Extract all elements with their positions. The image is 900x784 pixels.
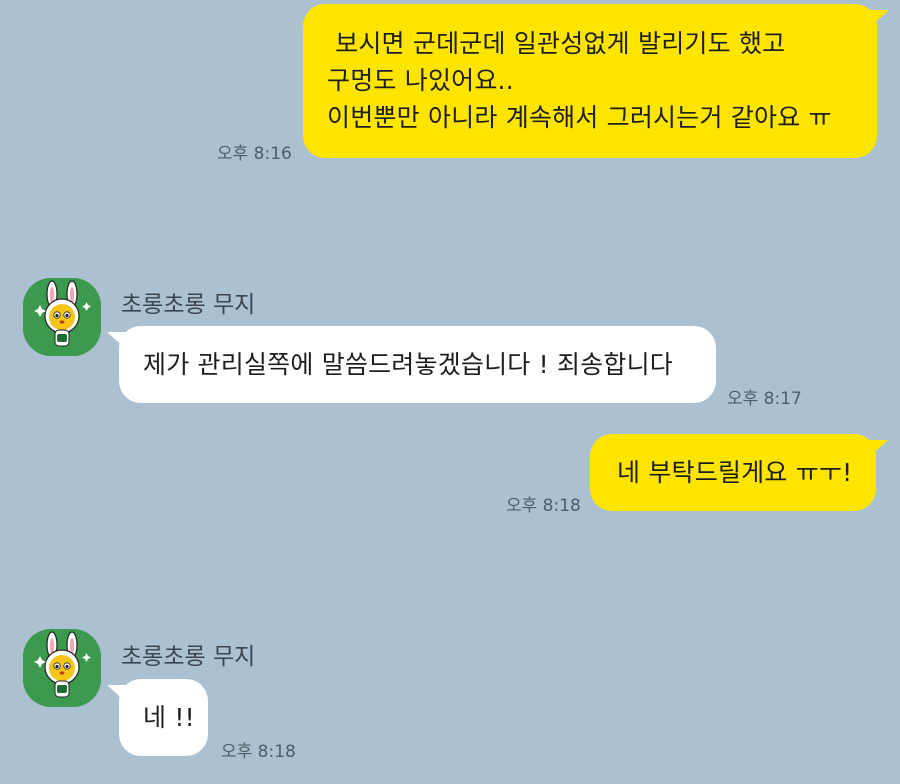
message-time: 오후 8:17 <box>727 389 802 409</box>
message-time: 오후 8:18 <box>221 742 296 762</box>
profile-avatar[interactable] <box>23 629 101 707</box>
muzi-rabbit-avatar-icon <box>23 278 101 356</box>
my-message-bubble[interactable]: 보시면 군데군데 일관성없게 발리기도 했고 구멍도 나있어요.. 이번뿐만 아… <box>303 4 889 158</box>
profile-avatar[interactable] <box>23 278 101 356</box>
message-time: 오후 8:16 <box>217 144 292 164</box>
sender-name: 초롱초롱 무지 <box>121 292 256 318</box>
their-message-bubble[interactable]: 제가 관리실쪽에 말씀드려놓겠습니다 ! 죄송합니다 <box>107 326 716 403</box>
muzi-rabbit-avatar-icon <box>23 629 101 707</box>
my-message-bubble[interactable]: 네 부탁드릴게요 ㅠㅜ! <box>590 434 888 511</box>
chat-room[interactable]: 보시면 군데군데 일관성없게 발리기도 했고 구멍도 나있어요.. 이번뿐만 아… <box>0 0 900 784</box>
message-time: 오후 8:18 <box>506 496 581 516</box>
their-message-bubble[interactable]: 네 !! <box>107 679 208 756</box>
sender-name: 초롱초롱 무지 <box>121 644 256 670</box>
